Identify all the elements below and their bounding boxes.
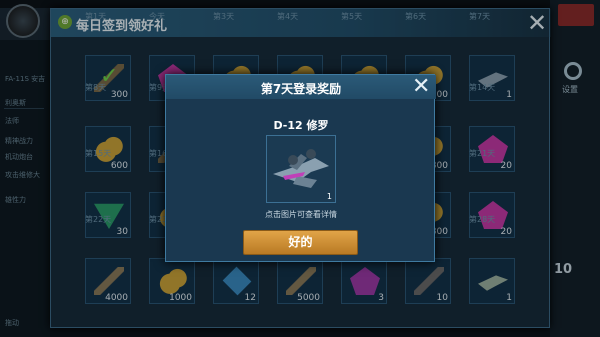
reward-item-name: D-12 修罗 xyxy=(273,119,329,132)
reward-hint: 点击图片可查看详情 xyxy=(265,210,337,219)
popup-title: 第7天登录奖励 xyxy=(260,82,342,96)
reward-item-button[interactable]: 1 xyxy=(266,135,336,203)
gunship-icon xyxy=(267,136,335,202)
reward-popup: 第7天登录奖励 ✕ D-12 修罗 1 点击图片可查看详情 好的 xyxy=(165,74,436,262)
ok-button[interactable]: 好的 xyxy=(243,230,358,255)
reward-item-qty: 1 xyxy=(326,192,332,201)
popup-header: 第7天登录奖励 xyxy=(166,75,436,99)
popup-close-button[interactable]: ✕ xyxy=(412,75,430,99)
